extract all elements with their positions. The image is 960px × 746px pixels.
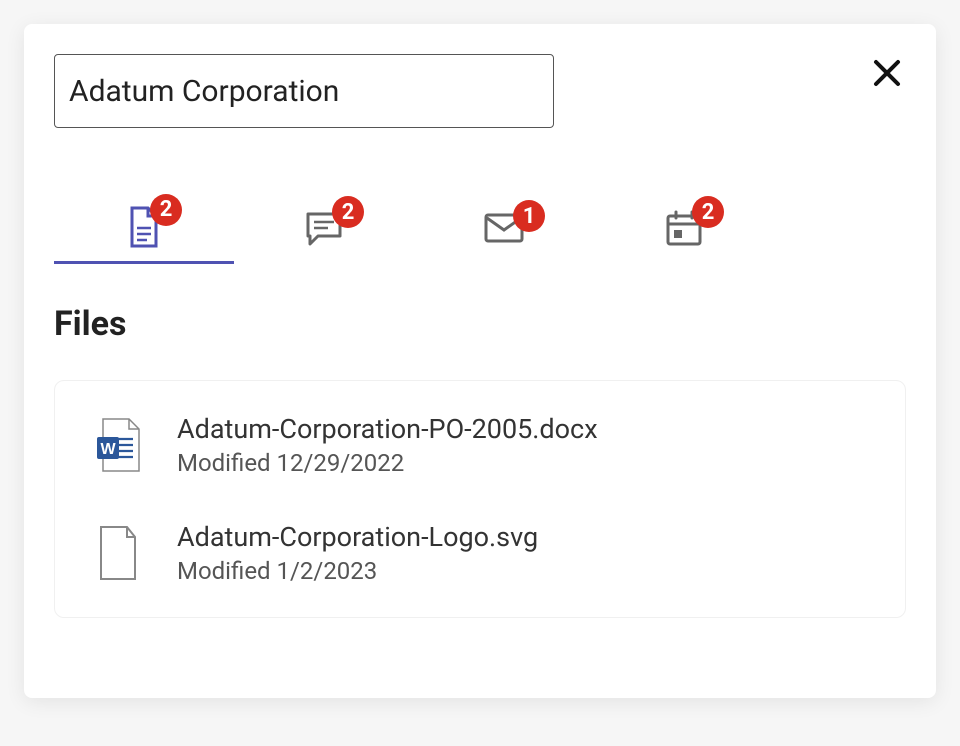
tab-calendar-badge: 2 — [692, 196, 724, 228]
result-tabs: 2 2 — [54, 192, 906, 264]
file-name: Adatum-Corporation-Logo.svg — [177, 521, 865, 553]
tab-mail-badge: 1 — [513, 200, 545, 232]
search-panel: 2 2 — [24, 24, 936, 698]
file-modified: Modified 12/29/2022 — [177, 449, 865, 477]
tab-calendar[interactable]: 2 — [594, 192, 774, 264]
tab-files-badge: 2 — [150, 194, 182, 226]
word-file-icon: W — [95, 417, 141, 473]
tab-chat[interactable]: 2 — [234, 192, 414, 264]
file-modified: Modified 1/2/2023 — [177, 557, 865, 585]
close-button[interactable] — [872, 58, 902, 88]
close-icon — [872, 58, 902, 88]
tab-chat-badge: 2 — [332, 196, 364, 228]
search-input[interactable] — [54, 54, 554, 128]
file-item[interactable]: W Adatum-Corporation-PO-2005.docx Modifi… — [55, 391, 905, 499]
tab-mail[interactable]: 1 — [414, 192, 594, 264]
svg-text:W: W — [100, 441, 116, 458]
section-heading: Files — [54, 304, 906, 344]
generic-file-icon — [95, 525, 141, 581]
file-name: Adatum-Corporation-PO-2005.docx — [177, 413, 865, 445]
tab-files[interactable]: 2 — [54, 192, 234, 264]
file-results: W Adatum-Corporation-PO-2005.docx Modifi… — [54, 380, 906, 618]
file-item[interactable]: Adatum-Corporation-Logo.svg Modified 1/2… — [55, 499, 905, 607]
